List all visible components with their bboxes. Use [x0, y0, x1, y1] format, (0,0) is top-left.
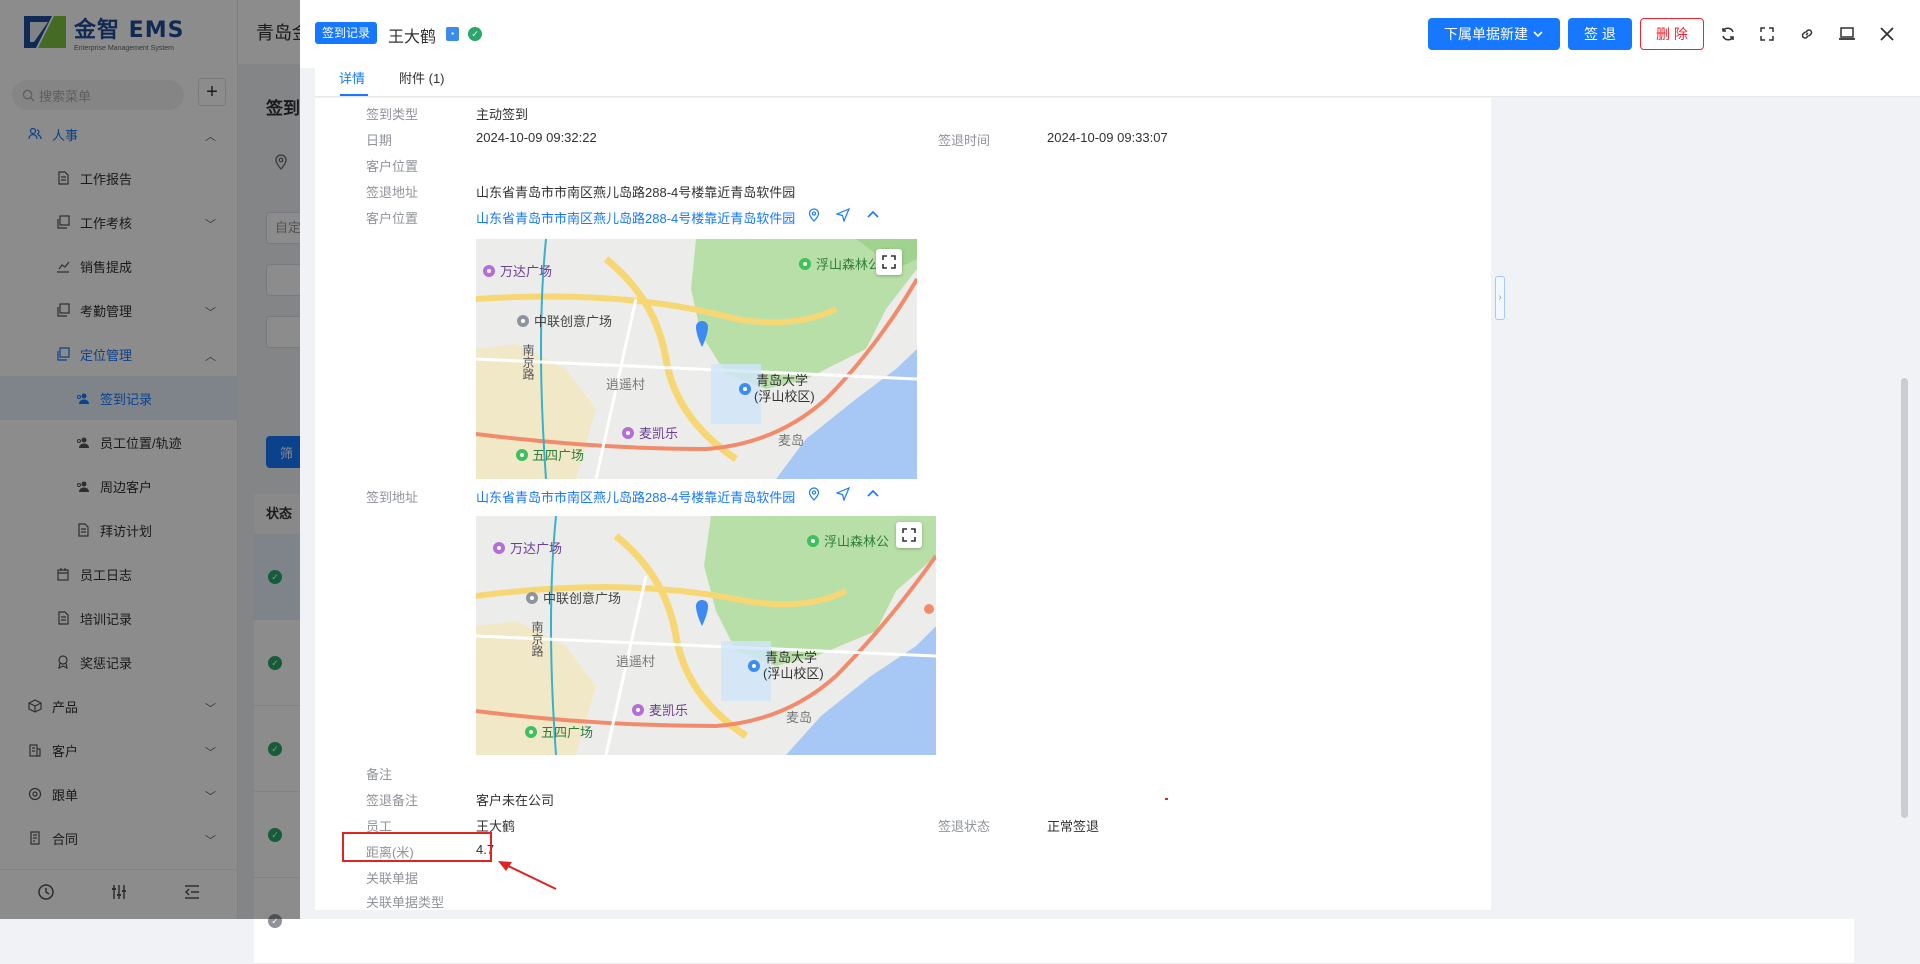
map-label: 中联创意广场: [543, 591, 621, 606]
detail-panel: 签到类型 主动签到 日期 2024-10-09 09:32:22 签退时间 20…: [315, 98, 1491, 910]
map-label: 万达广场: [510, 541, 562, 556]
navigate-icon[interactable]: [836, 208, 850, 222]
close-icon[interactable]: [1876, 23, 1898, 45]
map-label: (浮山校区): [754, 389, 815, 404]
sign-type-value: 主动签到: [476, 107, 529, 122]
location-pin-icon[interactable]: [808, 487, 820, 501]
map-label: 浮山森林公: [824, 534, 889, 549]
signout-time-value: 2024-10-09 09:33:07: [1047, 130, 1168, 145]
field-label: 备注: [366, 767, 393, 782]
signin-location-map[interactable]: 万达广场 中联创意广场 浮山森林公 逍遥村 青岛大学 (浮山校区) 麦凯乐 麦岛…: [476, 516, 936, 755]
map-label: 青岛大学: [756, 373, 808, 388]
annotation-arrow-icon: [498, 861, 557, 890]
field-label: 签退状态: [938, 819, 991, 834]
drawer-header: 签到记录 王大鹤 ▪ ✓ 下属单据新建 签 退 删 除: [300, 0, 1920, 68]
field-label: 签退地址: [366, 185, 419, 200]
link-icon[interactable]: [1796, 23, 1818, 45]
verified-icon: ✓: [468, 27, 482, 41]
field-label: 签到地址: [366, 490, 419, 505]
tab-active-indicator: [340, 94, 368, 96]
map-fullscreen-icon[interactable]: [896, 522, 922, 548]
new-sub-document-button[interactable]: 下属单据新建: [1428, 18, 1560, 50]
map-fullscreen-icon[interactable]: [876, 249, 902, 275]
side-panel-toggle[interactable]: ›: [1495, 276, 1505, 320]
map-label: 中联创意广场: [534, 314, 612, 329]
map-label: (浮山校区): [763, 666, 824, 681]
field-label: 签到类型: [366, 107, 419, 122]
field-label: 关联单据类型: [366, 895, 445, 910]
document-icon[interactable]: ▪: [446, 27, 459, 41]
navigate-icon[interactable]: [836, 487, 850, 501]
chevron-up-icon[interactable]: [866, 208, 880, 222]
customer-location-map[interactable]: 万达广场 中联创意广场 浮山森林公 逍遥村 青岛大学 (浮山校区) 麦凯乐 麦岛…: [476, 239, 917, 479]
field-label: 客户位置: [366, 159, 419, 174]
map-label: 五四广场: [532, 448, 584, 463]
map-label: 青岛大学: [765, 650, 817, 665]
delete-button[interactable]: 删 除: [1640, 18, 1704, 50]
map-label: 麦凯乐: [639, 426, 678, 441]
map-label: 麦凯乐: [649, 703, 688, 718]
customer-location-link[interactable]: 山东省青岛市市南区燕儿岛路288-4号楼靠近青岛软件园: [476, 208, 795, 227]
location-pin-icon[interactable]: [808, 208, 820, 222]
field-label: 客户位置: [366, 211, 419, 226]
date-value: 2024-10-09 09:32:22: [476, 130, 597, 145]
chevron-down-icon: [1533, 31, 1543, 38]
map-label: 逍遥村: [616, 654, 655, 669]
map-label: 南京路: [530, 620, 544, 658]
field-label: 日期: [366, 133, 393, 148]
new-sub-document-label: 下属单据新建: [1444, 26, 1528, 42]
record-title: 王大鹤: [388, 29, 437, 46]
map-label: 浮山森林公: [816, 257, 881, 272]
scrollbar-thumb[interactable]: [1901, 378, 1908, 818]
signin-address-link[interactable]: 山东省青岛市市南区燕儿岛路288-4号楼靠近青岛软件园: [476, 487, 795, 506]
map-label: 麦岛: [778, 433, 804, 448]
map-label: 麦岛: [786, 710, 812, 725]
field-label: 签退时间: [938, 133, 991, 148]
field-label: 关联单据: [366, 871, 419, 886]
field-label: 签退备注: [366, 793, 419, 808]
laptop-icon[interactable]: [1836, 23, 1858, 45]
signout-status-value: 正常签退: [1047, 819, 1100, 834]
chevron-up-icon[interactable]: [866, 487, 880, 501]
map-label: 五四广场: [541, 725, 593, 740]
annotation-dot: [1165, 798, 1168, 800]
map-label: 南京路: [521, 343, 535, 381]
annotation-highlight-box: [342, 832, 492, 862]
record-type-tag: 签到记录: [315, 22, 378, 44]
refresh-icon[interactable]: [1717, 23, 1739, 45]
map-graphic: 万达广场 中联创意广场 浮山森林公 逍遥村 青岛大学 (浮山校区) 麦凯乐 麦岛…: [476, 516, 936, 755]
map-graphic: 万达广场 中联创意广场 浮山森林公 逍遥村 青岛大学 (浮山校区) 麦凯乐 麦岛…: [476, 239, 917, 479]
fullscreen-icon[interactable]: [1756, 23, 1778, 45]
map-label: 逍遥村: [606, 377, 645, 392]
signout-remark-value: 客户未在公司: [476, 793, 555, 808]
tab-details[interactable]: 详情: [339, 68, 365, 87]
map-label: 万达广场: [500, 264, 552, 279]
signout-address-value: 山东省青岛市市南区燕儿岛路288-4号楼靠近青岛软件园: [476, 185, 796, 200]
tab-attachments[interactable]: 附件 (1): [399, 68, 445, 87]
tab-bar: 详情 附件 (1): [315, 60, 1920, 97]
sign-out-button[interactable]: 签 退: [1568, 18, 1632, 50]
detail-drawer: 签到记录 王大鹤 ▪ ✓ 下属单据新建 签 退 删 除 详情 附件 (1) 签到…: [300, 0, 1920, 919]
